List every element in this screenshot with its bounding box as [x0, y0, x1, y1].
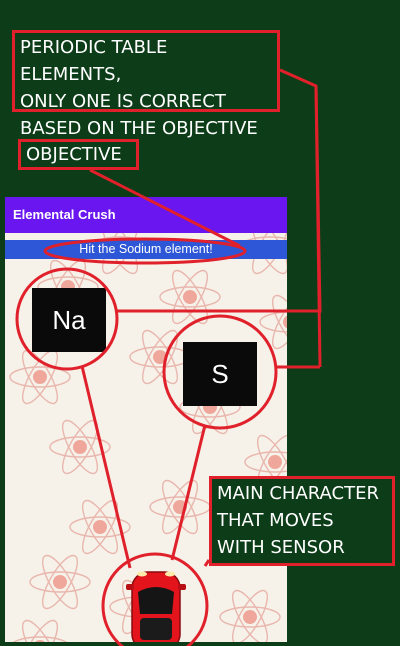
- callout-line: PERIODIC TABLE ELEMENTS,: [20, 37, 168, 85]
- callout-line: THAT MOVES: [217, 510, 334, 531]
- objective-callout: OBJECTIVE: [18, 139, 139, 170]
- callout-line: OBJECTIVE: [26, 144, 122, 165]
- elements-callout: PERIODIC TABLE ELEMENTS, ONLY ONE IS COR…: [12, 30, 280, 139]
- callout-line: WITH SENSOR: [217, 537, 345, 558]
- callout-line: MAIN CHARACTER: [217, 483, 379, 504]
- character-callout: MAIN CHARACTER THAT MOVES WITH SENSOR: [209, 476, 395, 566]
- callout-line: BASED ON THE OBJECTIVE: [20, 118, 258, 139]
- callout-line: ONLY ONE IS CORRECT: [20, 91, 226, 112]
